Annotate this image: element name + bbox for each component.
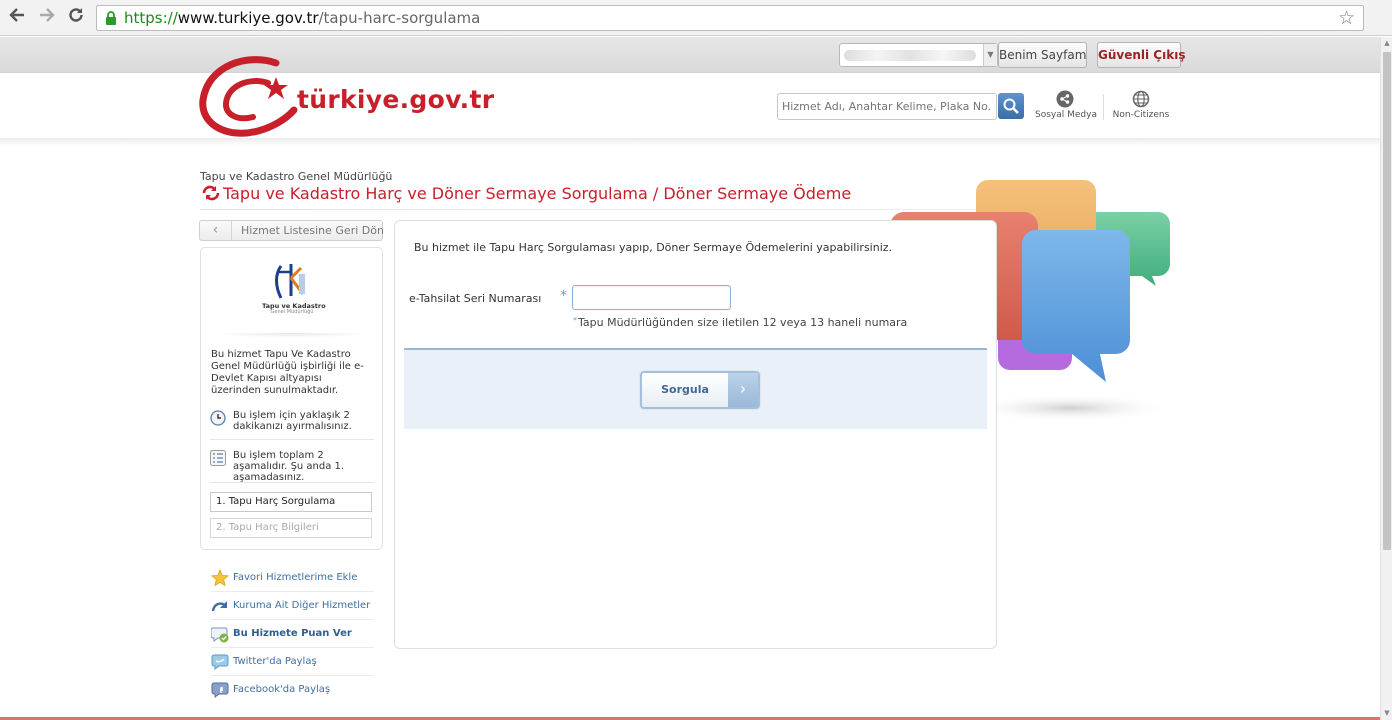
lock-icon [106, 11, 116, 25]
chevron-down-icon[interactable]: ▼ [983, 44, 997, 66]
url-scheme: https:// [124, 9, 178, 27]
divider [210, 439, 374, 440]
search-input[interactable] [782, 94, 992, 118]
tapu-kadastro-logo [275, 264, 305, 299]
site-search [777, 93, 997, 120]
user-account-select[interactable]: ▼ [839, 43, 998, 67]
serial-number-label: e-Tahsilat Seri Numarası [409, 292, 542, 305]
hint-star-mark: * [573, 316, 577, 325]
twitter-bubble-icon [211, 654, 229, 670]
query-submit-label: Sorgula [661, 383, 709, 396]
bookmark-star-icon[interactable]: ☆ [1338, 7, 1355, 29]
my-page-button[interactable]: Benim Sayfam [998, 42, 1087, 68]
page-title: Tapu ve Kadastro Harç ve Döner Sermaye S… [201, 184, 851, 203]
share-icon [1056, 90, 1074, 108]
star-icon [211, 569, 229, 587]
required-mark: * [560, 288, 567, 304]
forward-arrow-icon[interactable] [36, 6, 58, 28]
logout-button[interactable]: Güvenli Çıkış [1097, 42, 1185, 68]
step-2-pending: 2. Tapu Harç Bilgileri [210, 518, 372, 538]
scroll-down-arrow-icon[interactable]: ▼ [1381, 707, 1392, 719]
search-button[interactable] [998, 93, 1024, 119]
tapu-kadastro-logo-sub: Genel Müdürlüğü [270, 309, 314, 315]
logo-wordmark[interactable]: türkiye.gov.tr [297, 85, 494, 114]
step-1-current: 1. Tapu Harç Sorgulama [210, 492, 372, 512]
search-icon [1003, 98, 1019, 114]
back-to-services-label: Hizmet Listesine Geri Dön [241, 224, 384, 237]
logo-shadow [214, 333, 370, 338]
redacted-username [844, 50, 976, 61]
service-intro-text: Bu hizmet ile Tapu Harç Sorgulaması yapı… [414, 241, 893, 254]
chevron-left-icon: ‹ [200, 221, 232, 240]
share-facebook-link[interactable]: Facebook'da Paylaş [211, 677, 374, 704]
chevron-right-icon: › [728, 373, 758, 407]
social-media-label: Sosyal Medya [1035, 110, 1097, 120]
url-host: www.turkiye.gov.tr [177, 9, 319, 27]
scroll-up-arrow-icon[interactable]: ▲ [1381, 37, 1392, 49]
share-twitter-link[interactable]: Twitter'da Paylaş [211, 649, 374, 676]
hint-text: Tapu Müdürlüğünden size iletilen 12 veya… [578, 316, 908, 329]
list-icon [210, 450, 226, 466]
institution-name: Tapu ve Kadastro Genel Müdürlüğü [200, 170, 393, 183]
url-text: https://www.turkiye.gov.tr/tapu-harc-sor… [124, 9, 480, 27]
rating-icon [211, 627, 229, 643]
browser-toolbar: https://www.turkiye.gov.tr/tapu-harc-sor… [0, 0, 1392, 36]
reload-icon[interactable] [65, 6, 87, 28]
add-to-favorites-label: Favori Hizmetlerime Ekle [233, 572, 358, 583]
facebook-bubble-icon [211, 682, 229, 698]
steps-info-text: Bu işlem toplam 2 aşamalıdır. Şu anda 1.… [233, 450, 345, 483]
clock-icon [210, 410, 226, 426]
other-services-link[interactable]: Kuruma Ait Diğer Hizmetler [211, 593, 374, 620]
refresh-arrows-icon [202, 185, 220, 201]
address-bar[interactable]: https://www.turkiye.gov.tr/tapu-harc-sor… [96, 5, 1364, 31]
serial-number-input[interactable] [572, 285, 731, 310]
non-citizens-label: Non-Citizens [1112, 110, 1170, 120]
share-twitter-label: Twitter'da Paylaş [233, 656, 317, 667]
serial-number-hint: *Tapu Müdürlüğünden size iletilen 12 vey… [573, 316, 907, 329]
page-scrollbar[interactable]: ▲ ▼ [1380, 37, 1392, 720]
back-to-services-button[interactable]: ‹ Hizmet Listesine Geri Dön [199, 220, 384, 241]
rate-service-label: Bu Hizmete Puan Ver [233, 628, 352, 639]
header-divider [1103, 94, 1104, 120]
time-info-text: Bu işlem için yaklaşık 2 dakikanızı ayır… [233, 410, 352, 432]
non-citizens-link[interactable]: Non-Citizens [1112, 90, 1170, 120]
divider [210, 482, 374, 483]
page-title-text: Tapu ve Kadastro Harç ve Döner Sermaye S… [223, 184, 852, 203]
share-facebook-label: Facebook'da Paylaş [233, 684, 331, 695]
logo-emblem-icon[interactable] [198, 55, 308, 139]
social-media-link[interactable]: Sosyal Medya [1035, 90, 1097, 120]
add-to-favorites-link[interactable]: Favori Hizmetlerime Ekle [211, 565, 374, 592]
url-path: /tapu-harc-sorgulama [318, 9, 481, 27]
globe-icon [1132, 90, 1150, 108]
service-description: Bu hizmet Tapu Ve Kadastro Genel Müdürlü… [211, 349, 364, 396]
back-arrow-icon[interactable] [6, 6, 28, 28]
rate-service-link[interactable]: Bu Hizmete Puan Ver [211, 621, 374, 648]
other-services-label: Kuruma Ait Diğer Hizmetler [233, 600, 371, 611]
scroll-thumb[interactable] [1383, 52, 1391, 550]
query-submit-button[interactable]: Sorgula › [640, 371, 760, 409]
header-shadow [0, 138, 1380, 146]
redo-arrow-icon [211, 601, 227, 612]
